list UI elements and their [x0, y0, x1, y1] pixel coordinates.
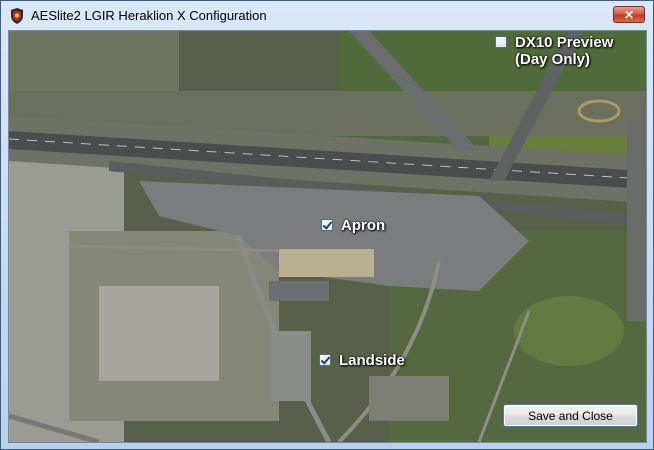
app-icon: [9, 8, 25, 24]
landside-label: Landside: [339, 352, 405, 369]
aerial-map-image: [9, 31, 646, 442]
dx10-preview-checkbox[interactable]: [495, 36, 507, 48]
title-bar[interactable]: AESlite2 LGIR Heraklion X Configuration …: [1, 1, 653, 29]
landside-checkbox[interactable]: [319, 354, 331, 366]
apron-label: Apron: [341, 217, 386, 234]
dx10-preview-label: DX10 Preview (Day Only): [515, 34, 614, 68]
config-window: AESlite2 LGIR Heraklion X Configuration …: [0, 0, 654, 450]
dx10-preview-option[interactable]: DX10 Preview (Day Only): [495, 34, 613, 68]
close-button[interactable]: ✕: [613, 6, 645, 23]
apron-checkbox[interactable]: [321, 219, 333, 231]
close-icon: ✕: [623, 8, 635, 22]
airport-preview: DX10 Preview (Day Only) Apron Landside S…: [8, 30, 647, 443]
landside-option[interactable]: Landside: [319, 352, 405, 369]
window-title: AESlite2 LGIR Heraklion X Configuration: [31, 8, 267, 23]
apron-option[interactable]: Apron: [321, 217, 385, 234]
save-and-close-button[interactable]: Save and Close: [503, 404, 638, 427]
